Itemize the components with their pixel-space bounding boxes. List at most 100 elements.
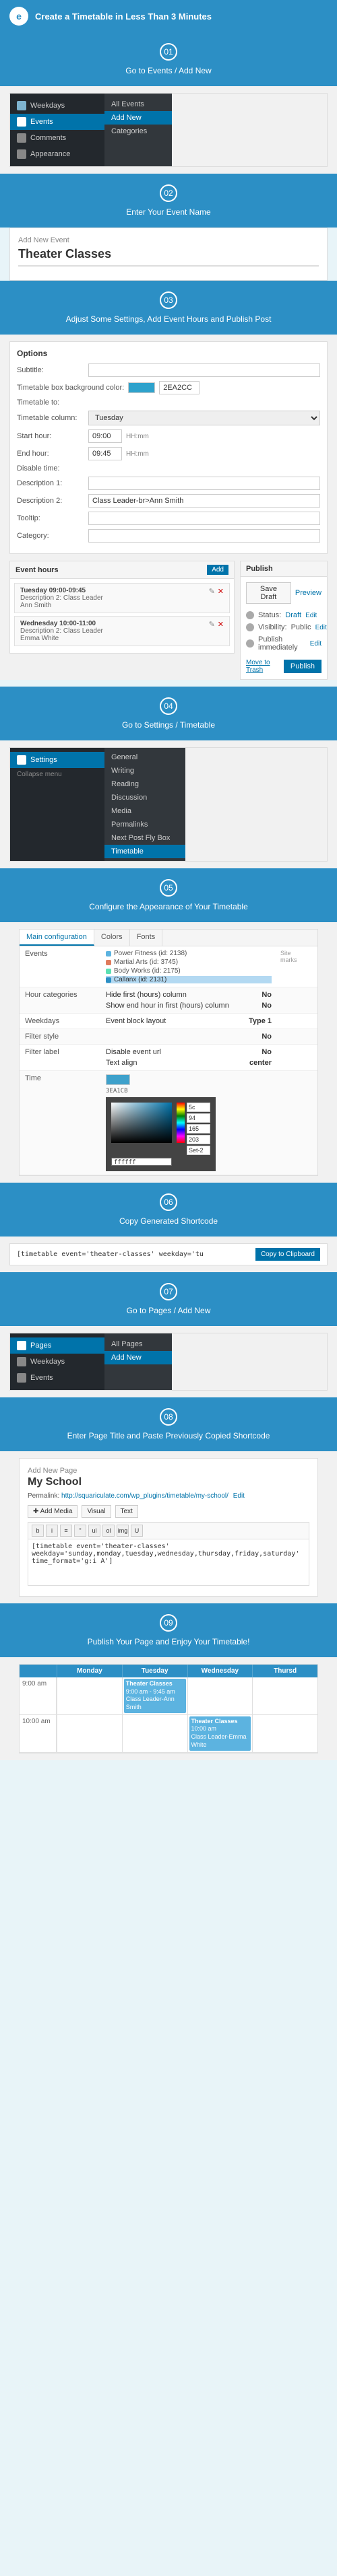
step9-title: Publish Your Page and Enjoy Your Timetab… (9, 1637, 328, 1646)
color-swatch[interactable] (128, 382, 155, 393)
sidebar-item-events-2[interactable]: Events (10, 1370, 104, 1386)
step2-badge: 02 (160, 184, 177, 202)
sidebar-item-weekdays-2[interactable]: Weekdays (10, 1354, 104, 1370)
add-media-button[interactable]: ✚ Add Media (28, 1505, 78, 1518)
step2-section: 02 Enter Your Event Name (0, 174, 337, 228)
move-to-trash-link[interactable]: Move to Trash (246, 659, 284, 674)
status-edit-link[interactable]: Edit (305, 612, 317, 619)
settings-writing[interactable]: Writing (104, 764, 185, 777)
permalink-edit-link[interactable]: Edit (233, 1492, 245, 1500)
g-input[interactable] (187, 1124, 210, 1134)
tooltip-input[interactable] (88, 512, 320, 525)
category-input[interactable] (88, 529, 320, 543)
settings-general[interactable]: General (104, 751, 185, 764)
submenu-all-pages[interactable]: All Pages (104, 1337, 172, 1351)
start-hour-input[interactable] (88, 429, 122, 443)
event-name-value[interactable]: Theater Classes (18, 247, 319, 267)
timetable-column-select[interactable]: Tuesday (88, 411, 320, 425)
underline-btn[interactable]: U (131, 1525, 143, 1537)
bold-btn[interactable]: b (32, 1525, 44, 1537)
wednesday-cell-9am (187, 1677, 253, 1714)
publish-time-edit-link[interactable]: Edit (310, 640, 321, 648)
settings-next-post[interactable]: Next Post Fly Box (104, 831, 185, 845)
ol-btn[interactable]: ol (102, 1525, 115, 1537)
img-btn[interactable]: img (117, 1525, 129, 1537)
sidebar-item-weekdays[interactable]: Weekdays (10, 98, 104, 114)
step3-badge: 03 (160, 291, 177, 309)
color-hue-slider[interactable] (177, 1103, 185, 1143)
tab-colors[interactable]: Colors (94, 930, 130, 946)
italic-btn[interactable]: i (46, 1525, 58, 1537)
list-btn[interactable]: ≡ (60, 1525, 72, 1537)
tooltip-label: Tooltip: (17, 514, 84, 522)
quote-btn[interactable]: " (74, 1525, 86, 1537)
color-gradient[interactable] (111, 1103, 172, 1143)
permalink-row: Permalink: http://squariculate.com/wp_pl… (28, 1492, 309, 1500)
copy-clipboard-button[interactable]: Copy to Clipboard (255, 1248, 320, 1261)
start-hour-label: Start hour: (17, 432, 84, 440)
event-colors-list: Power Fitness (id: 2138) Martial Arts (i… (106, 950, 272, 983)
event-theater-tuesday-9am[interactable]: Theater Classes 9:00 am - 9:45 am Class … (124, 1679, 186, 1713)
settings-timetable[interactable]: Timetable (104, 845, 185, 858)
submenu-add-new-page[interactable]: Add New (104, 1351, 172, 1364)
submenu-categories[interactable]: Categories (104, 125, 172, 138)
b-input[interactable] (187, 1135, 210, 1144)
visibility-edit-link[interactable]: Edit (315, 624, 327, 631)
status-label: Status: (258, 611, 281, 619)
event-icon (17, 117, 26, 127)
end-hour-input[interactable] (88, 447, 122, 460)
permalink-label: Permalink: (28, 1492, 59, 1500)
sidebar-item-events[interactable]: Events (10, 114, 104, 130)
event-theater-wednesday-10am[interactable]: Theater Classes 10:00 am Class Leader-Em… (189, 1716, 251, 1751)
event-title-10am: Theater Classes (191, 1718, 249, 1726)
delete-icon-2[interactable]: ✕ (218, 620, 224, 629)
submenu-add-new[interactable]: Add New (104, 111, 172, 125)
permalink-url[interactable]: http://squariculate.com/wp_plugins/timet… (61, 1492, 228, 1500)
color-input[interactable] (159, 381, 200, 394)
start-hour-row: Start hour: HH:mm (17, 429, 320, 443)
settings-discussion[interactable]: Discussion (104, 791, 185, 804)
sidebar-item-appearance[interactable]: Appearance (10, 146, 104, 162)
subtitle-input[interactable] (88, 363, 320, 377)
tab-fonts[interactable]: Fonts (130, 930, 163, 946)
event-hours-row-1-content: Tuesday 09:00-09:45 Description 2: Class… (20, 587, 103, 609)
sidebar-item-comments[interactable]: Comments (10, 130, 104, 146)
collapse-menu-btn[interactable]: Collapse menu (10, 768, 104, 781)
desc2-input[interactable] (88, 494, 320, 508)
preview-button[interactable]: Preview (295, 582, 321, 604)
text-tab[interactable]: Text (115, 1505, 138, 1518)
config-row-filter-style: Filter style No (20, 1029, 317, 1045)
ul-btn[interactable]: ul (88, 1525, 100, 1537)
tab-main-configuration[interactable]: Main configuration (20, 930, 94, 946)
pages-admin-area: Pages Weekdays Events All Pages Add New (9, 1333, 328, 1391)
settings-menu-item[interactable]: Settings (10, 752, 104, 768)
settings-permalinks[interactable]: Permalinks (104, 818, 185, 831)
hex-input[interactable] (187, 1103, 210, 1112)
time-color-swatch[interactable] (106, 1074, 130, 1085)
desc1-input[interactable] (88, 477, 320, 490)
event-hours-header: Event hours Add (10, 561, 234, 579)
publish-button[interactable]: Publish (284, 660, 321, 673)
edit-icon-2[interactable]: ✎ (209, 620, 215, 629)
add-event-hour-button[interactable]: Add (207, 565, 228, 575)
settings-icon (17, 755, 26, 765)
page-content-editor[interactable]: [timetable event='theater-classes' weekd… (28, 1539, 309, 1586)
save-draft-button[interactable]: Save Draft (246, 582, 291, 604)
edit-icon[interactable]: ✎ (209, 587, 215, 596)
color-dot-1 (106, 951, 111, 956)
day-wednesday: Wednesday (187, 1665, 253, 1677)
monday-cell-10am (57, 1715, 122, 1752)
settings-reading[interactable]: Reading (104, 777, 185, 791)
visual-tab[interactable]: Visual (82, 1505, 111, 1518)
r-input[interactable] (187, 1113, 210, 1123)
delete-icon[interactable]: ✕ (218, 587, 224, 596)
settings-media[interactable]: Media (104, 804, 185, 818)
add-new-event-box: Add New Event Theater Classes (9, 228, 328, 281)
submenu-all-events[interactable]: All Events (104, 98, 172, 111)
event-hours-row-1: Tuesday 09:00-09:45 Description 2: Class… (14, 583, 230, 613)
sidebar-item-pages[interactable]: Pages (10, 1337, 104, 1354)
page-title-value[interactable]: My School (28, 1476, 309, 1488)
draft-preview-row: Save Draft Preview (246, 582, 321, 604)
a-input[interactable] (187, 1146, 210, 1155)
color-dot-2 (106, 960, 111, 965)
